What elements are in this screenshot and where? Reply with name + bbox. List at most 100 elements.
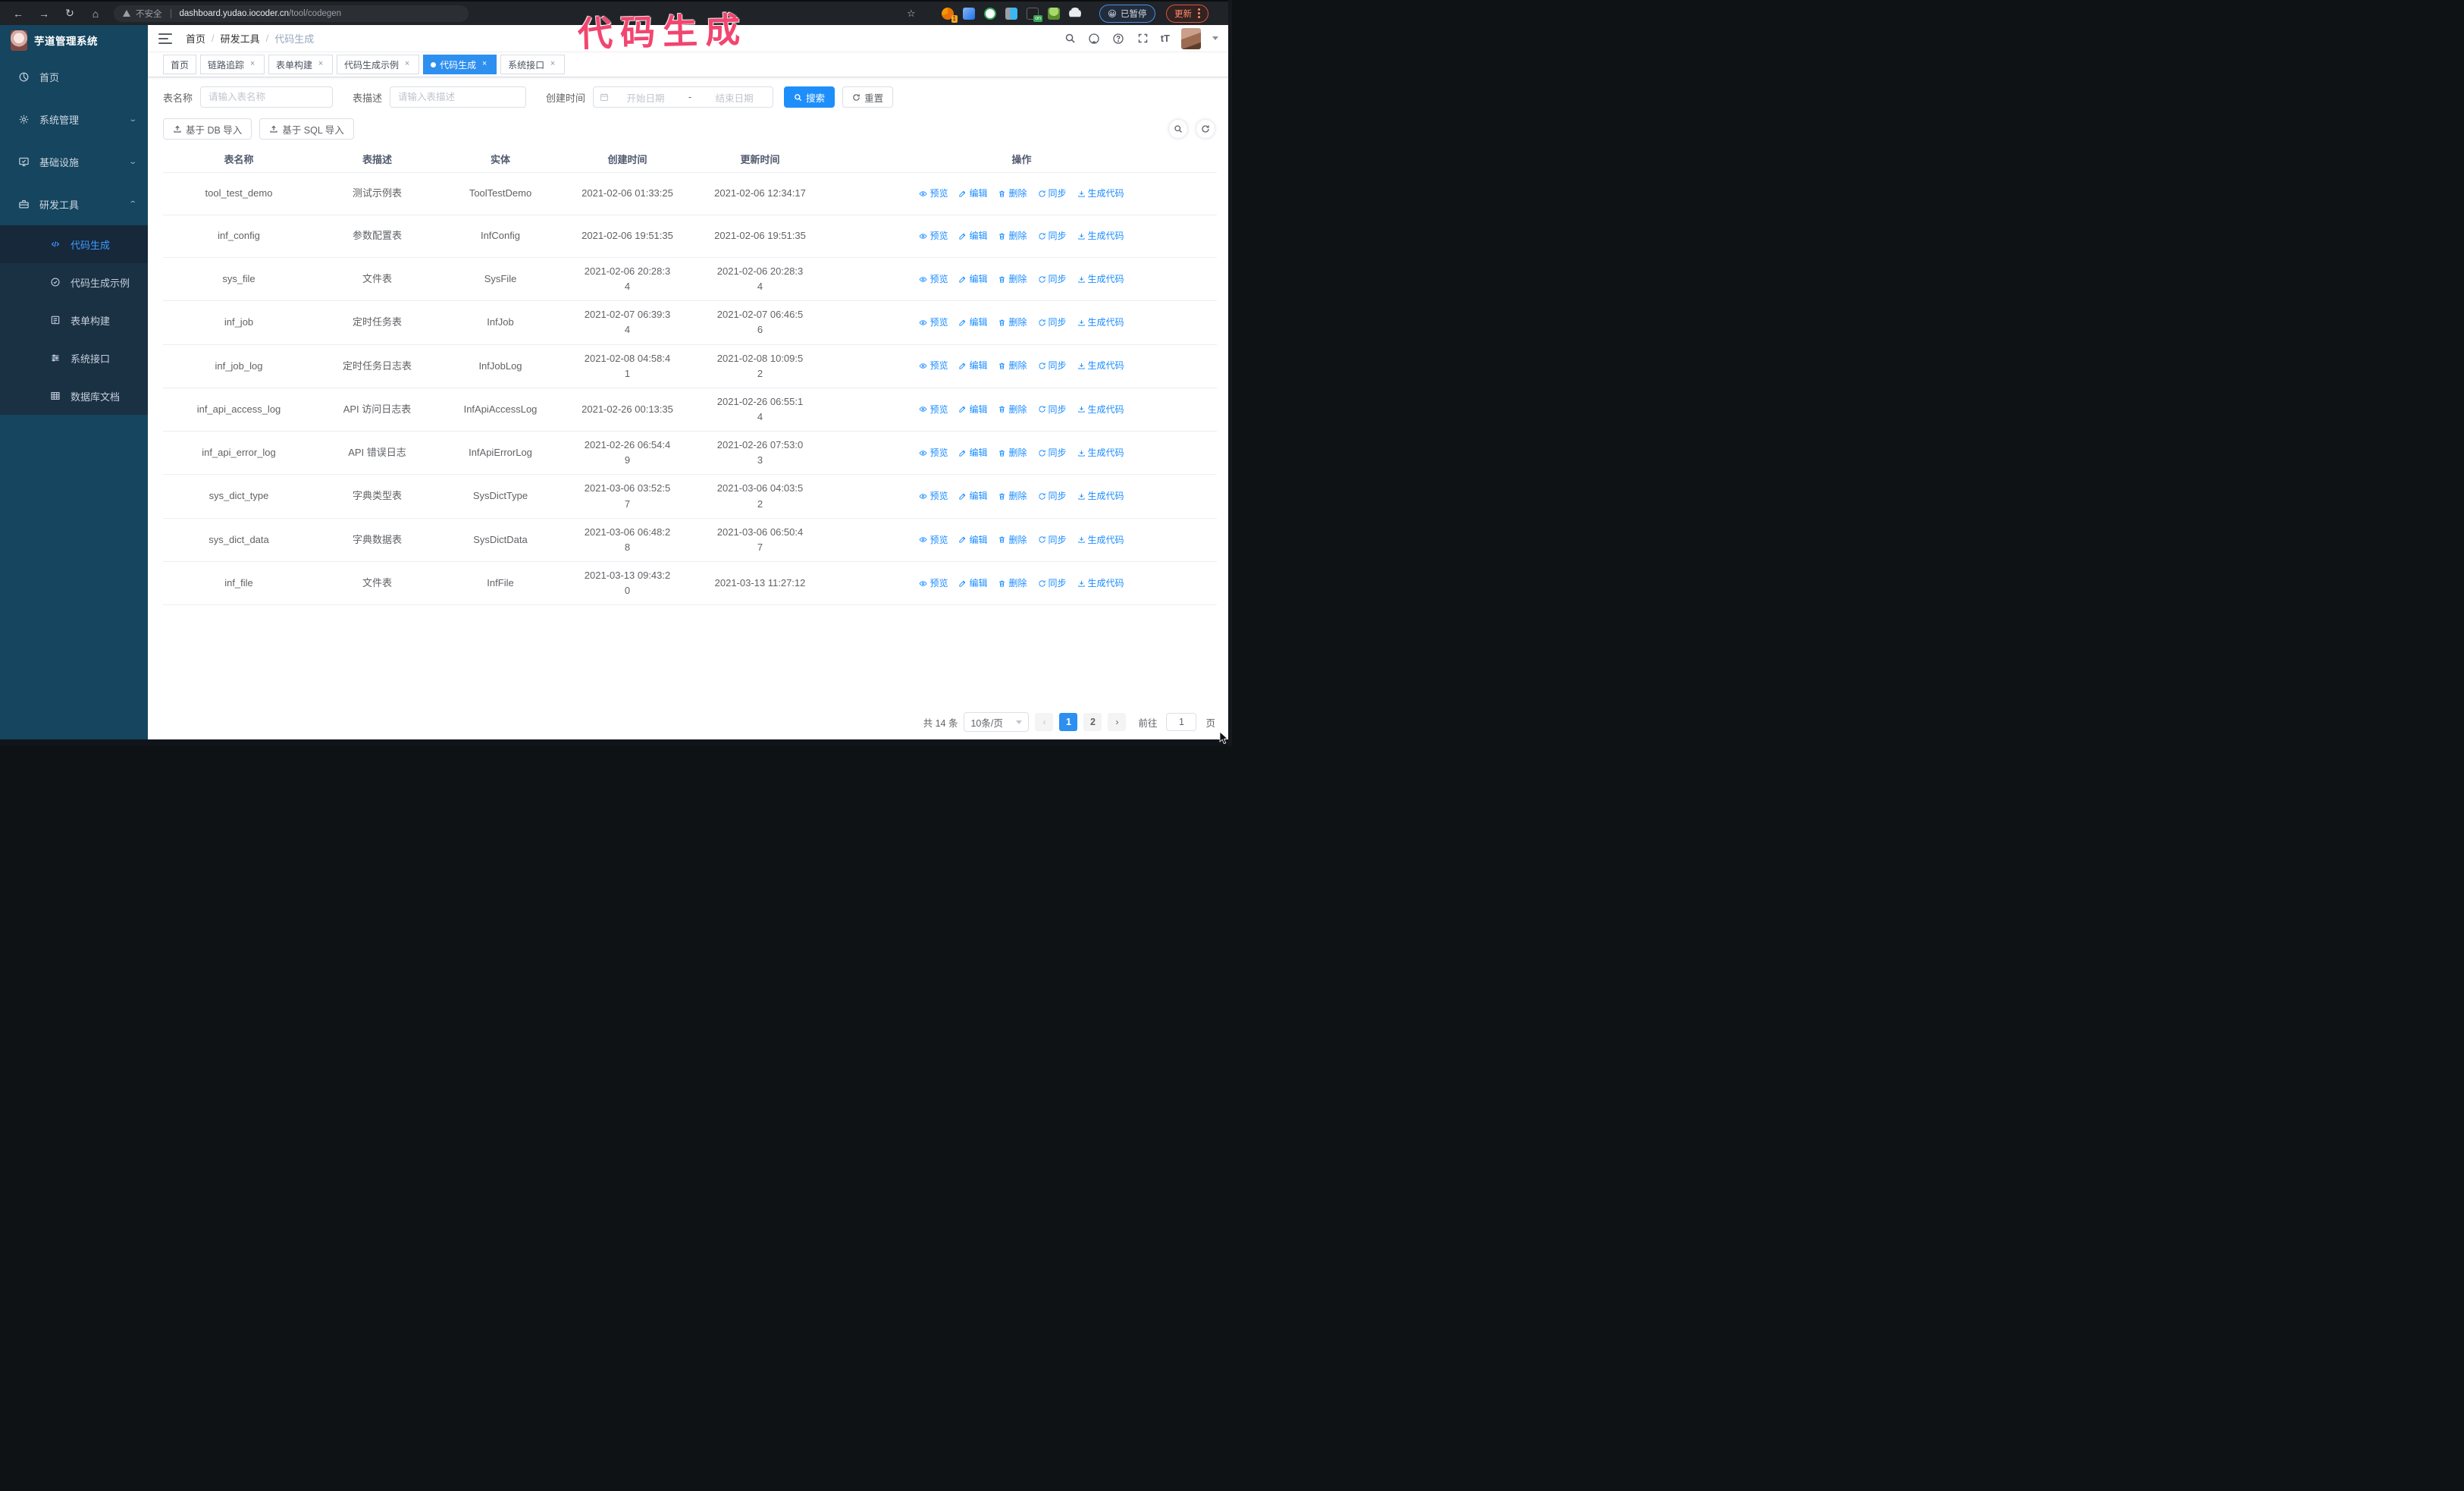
action-edit-link[interactable]: 编辑	[958, 359, 987, 373]
next-page-button[interactable]: ›	[1108, 713, 1127, 731]
action-edit-link[interactable]: 编辑	[958, 533, 987, 548]
action-preview-link[interactable]: 预览	[919, 576, 948, 591]
tab-0[interactable]: 首页	[163, 55, 197, 74]
action-sync-link[interactable]: 同步	[1038, 359, 1067, 373]
action-preview-link[interactable]: 预览	[919, 403, 948, 417]
tab-4[interactable]: 代码生成 ×	[423, 55, 497, 74]
extension-columns-icon[interactable]	[1005, 7, 1017, 20]
goto-page-input[interactable]	[1166, 713, 1197, 731]
avatar[interactable]	[1181, 27, 1201, 49]
reload-icon[interactable]: ↻	[64, 7, 76, 20]
extension-icon[interactable]: 1	[942, 7, 958, 23]
action-preview-link[interactable]: 预览	[919, 446, 948, 460]
reset-button[interactable]: 重置	[842, 86, 894, 108]
action-edit-link[interactable]: 编辑	[958, 403, 987, 417]
action-generate-code-link[interactable]: 生成代码	[1077, 229, 1124, 243]
action-delete-link[interactable]: 删除	[998, 489, 1027, 504]
font-size-icon[interactable]: tT	[1161, 33, 1170, 44]
tab-close-icon[interactable]: ×	[480, 60, 489, 69]
submenu-item-2[interactable]: 表单构建	[0, 301, 148, 339]
submenu-item-3[interactable]: 系统接口	[0, 339, 148, 377]
extension-v-icon[interactable]	[984, 7, 996, 20]
extension-dark-icon[interactable]: on	[1027, 7, 1042, 22]
action-sync-link[interactable]: 同步	[1038, 272, 1067, 287]
action-generate-code-link[interactable]: 生成代码	[1077, 359, 1124, 373]
action-sync-link[interactable]: 同步	[1038, 403, 1067, 417]
update-button[interactable]: 更新	[1166, 4, 1208, 23]
hamburger-icon[interactable]	[158, 33, 172, 44]
action-delete-link[interactable]: 删除	[998, 446, 1027, 460]
action-sync-link[interactable]: 同步	[1038, 229, 1067, 243]
home-icon[interactable]: ⌂	[89, 8, 102, 20]
action-sync-link[interactable]: 同步	[1038, 533, 1067, 548]
action-edit-link[interactable]: 编辑	[958, 489, 987, 504]
action-generate-code-link[interactable]: 生成代码	[1077, 446, 1124, 460]
table-desc-input[interactable]	[390, 86, 527, 108]
action-delete-link[interactable]: 删除	[998, 576, 1027, 591]
action-generate-code-link[interactable]: 生成代码	[1077, 187, 1124, 201]
sidebar-item-1[interactable]: 系统管理 ⌄	[0, 98, 148, 140]
action-preview-link[interactable]: 预览	[919, 229, 948, 243]
github-icon[interactable]	[1088, 32, 1101, 45]
action-delete-link[interactable]: 删除	[998, 229, 1027, 243]
action-generate-code-link[interactable]: 生成代码	[1077, 489, 1124, 504]
submenu-item-4[interactable]: 数据库文档	[0, 377, 148, 415]
action-delete-link[interactable]: 删除	[998, 187, 1027, 201]
import-db-button[interactable]: 基于 DB 导入	[163, 118, 252, 140]
action-generate-code-link[interactable]: 生成代码	[1077, 315, 1124, 330]
action-delete-link[interactable]: 删除	[998, 359, 1027, 373]
action-preview-link[interactable]: 预览	[919, 315, 948, 330]
prev-page-button[interactable]: ‹	[1035, 713, 1054, 731]
help-icon[interactable]	[1112, 32, 1125, 45]
action-edit-link[interactable]: 编辑	[958, 576, 987, 591]
action-delete-link[interactable]: 删除	[998, 315, 1027, 330]
action-edit-link[interactable]: 编辑	[958, 272, 987, 287]
date-range-input[interactable]: 开始日期 - 结束日期	[593, 86, 774, 108]
tab-2[interactable]: 表单构建 ×	[268, 55, 334, 74]
search-icon[interactable]	[1064, 32, 1077, 45]
action-edit-link[interactable]: 编辑	[958, 446, 987, 460]
tab-close-icon[interactable]: ×	[316, 60, 325, 69]
tab-close-icon[interactable]: ×	[403, 60, 412, 69]
fullscreen-icon[interactable]	[1136, 32, 1149, 45]
address-bar[interactable]: 不安全 dashboard.yudao.iocoder.cn/tool/code…	[114, 5, 469, 22]
action-edit-link[interactable]: 编辑	[958, 229, 987, 243]
extension-gem-icon[interactable]	[963, 7, 975, 20]
submenu-item-1[interactable]: 代码生成示例	[0, 263, 148, 301]
puzzle-icon[interactable]	[1069, 7, 1081, 17]
logo[interactable]: 芋道管理系统	[0, 25, 148, 55]
back-icon[interactable]: ←	[12, 8, 24, 20]
action-preview-link[interactable]: 预览	[919, 359, 948, 373]
refresh-table-button[interactable]	[1196, 119, 1215, 139]
action-delete-link[interactable]: 删除	[998, 272, 1027, 287]
tab-3[interactable]: 代码生成示例 ×	[337, 55, 420, 74]
sidebar-item-3[interactable]: 研发工具 ⌃	[0, 183, 148, 225]
action-preview-link[interactable]: 预览	[919, 533, 948, 548]
search-button[interactable]: 搜索	[784, 86, 835, 108]
action-preview-link[interactable]: 预览	[919, 187, 948, 201]
sidebar-item-2[interactable]: 基础设施 ⌄	[0, 140, 148, 183]
action-generate-code-link[interactable]: 生成代码	[1077, 403, 1124, 417]
submenu-item-0[interactable]: 代码生成	[0, 225, 148, 263]
action-sync-link[interactable]: 同步	[1038, 315, 1067, 330]
action-delete-link[interactable]: 删除	[998, 533, 1027, 548]
extension-plant-icon[interactable]	[1048, 7, 1060, 20]
kebab-menu-icon[interactable]	[1198, 8, 1200, 18]
action-edit-link[interactable]: 编辑	[958, 315, 987, 330]
page-size-select[interactable]: 10条/页	[964, 712, 1030, 732]
bookmark-star-icon[interactable]: ☆	[907, 8, 916, 20]
action-sync-link[interactable]: 同步	[1038, 187, 1067, 201]
table-name-input[interactable]	[200, 86, 334, 108]
action-generate-code-link[interactable]: 生成代码	[1077, 533, 1124, 548]
paused-pill[interactable]: 😀 已暂停	[1099, 4, 1155, 23]
action-edit-link[interactable]: 编辑	[958, 187, 987, 201]
page-number-1[interactable]: 1	[1059, 713, 1078, 731]
action-preview-link[interactable]: 预览	[919, 489, 948, 504]
action-generate-code-link[interactable]: 生成代码	[1077, 272, 1124, 287]
tab-5[interactable]: 系统接口 ×	[500, 55, 566, 74]
action-generate-code-link[interactable]: 生成代码	[1077, 576, 1124, 591]
action-sync-link[interactable]: 同步	[1038, 446, 1067, 460]
tab-close-icon[interactable]: ×	[548, 60, 557, 69]
sidebar-item-0[interactable]: 首页	[0, 55, 148, 98]
import-sql-button[interactable]: 基于 SQL 导入	[259, 118, 354, 140]
